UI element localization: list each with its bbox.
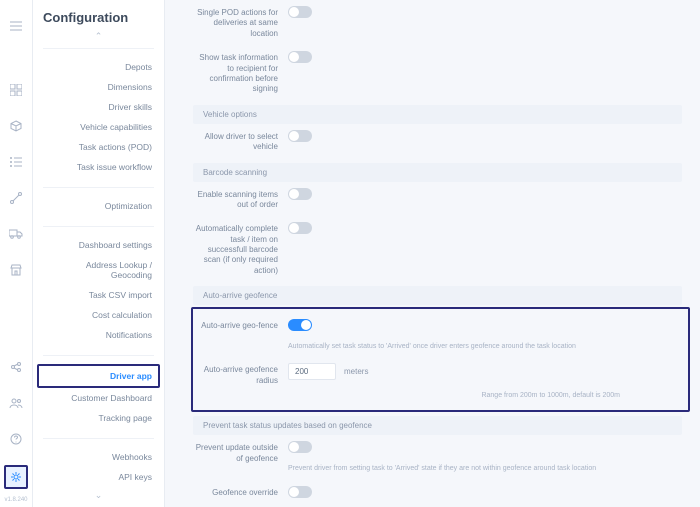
row-auto-complete-scan: Automatically complete task / item on su… xyxy=(193,216,682,282)
row-single-pod: Single POD actions for deliveries at sam… xyxy=(193,0,682,45)
toggle-show-task-info[interactable] xyxy=(288,51,312,63)
row-show-task-info: Show task information to recipient for c… xyxy=(193,45,682,101)
label-geofence-override: Geofence override xyxy=(193,486,288,498)
toggle-scan-out-of-order[interactable] xyxy=(288,188,312,200)
sidebar-item-optimization[interactable]: Optimization xyxy=(43,196,154,216)
sidebar-item-task-actions[interactable]: Task actions (POD) xyxy=(43,137,154,157)
chevron-up-icon[interactable]: ⌃ xyxy=(43,31,154,42)
sidebar-item-cost-calc[interactable]: Cost calculation xyxy=(43,305,154,325)
gear-icon[interactable] xyxy=(4,465,28,489)
label-show-task-info: Show task information to recipient for c… xyxy=(193,51,288,95)
sidebar-item-notifications[interactable]: Notifications xyxy=(43,325,154,345)
sidebar-item-driver-app[interactable]: Driver app xyxy=(37,364,160,388)
share-icon[interactable] xyxy=(6,357,26,377)
input-geofence-radius[interactable] xyxy=(288,363,336,380)
toggle-auto-complete-scan[interactable] xyxy=(288,222,312,234)
label-prevent-outside: Prevent update outside of geofence xyxy=(193,441,288,464)
sidebar-item-dashboard-settings[interactable]: Dashboard settings xyxy=(43,235,154,255)
row-auto-arrive-geofence: Auto-arrive geo-fence Automatically set … xyxy=(193,313,680,357)
truck-icon[interactable] xyxy=(6,224,26,244)
page-title: Configuration xyxy=(43,10,154,25)
label-allow-select-vehicle: Allow driver to select vehicle xyxy=(193,130,288,153)
sidebar-item-task-issue-workflow[interactable]: Task issue workflow xyxy=(43,157,154,177)
highlight-geofence-settings: Auto-arrive geo-fence Automatically set … xyxy=(191,307,690,412)
sidebar-item-task-csv[interactable]: Task CSV import xyxy=(43,285,154,305)
sidebar-item-driver-skills[interactable]: Driver skills xyxy=(43,97,154,117)
store-icon[interactable] xyxy=(6,260,26,280)
help-auto-arrive-geofence: Automatically set task status to 'Arrive… xyxy=(288,342,680,351)
toggle-prevent-outside[interactable] xyxy=(288,441,312,453)
sidebar-item-tracking-page[interactable]: Tracking page xyxy=(43,408,154,428)
sidebar: Configuration ⌃ Depots Dimensions Driver… xyxy=(33,0,165,507)
help-icon[interactable] xyxy=(6,429,26,449)
row-allow-select-vehicle: Allow driver to select vehicle xyxy=(193,124,682,159)
list-icon[interactable] xyxy=(6,152,26,172)
row-geofence-radius: Auto-arrive geofence radius meters Range… xyxy=(193,357,680,406)
label-single-pod: Single POD actions for deliveries at sam… xyxy=(193,6,288,39)
route-icon[interactable] xyxy=(6,188,26,208)
section-prevent-updates: Prevent task status updates based on geo… xyxy=(193,416,682,435)
main-content: Single POD actions for deliveries at sam… xyxy=(165,0,700,507)
label-geofence-radius: Auto-arrive geofence radius xyxy=(193,363,288,386)
sidebar-item-dimensions[interactable]: Dimensions xyxy=(43,77,154,97)
sidebar-item-vehicle-capabilities[interactable]: Vehicle capabilities xyxy=(43,117,154,137)
chevron-down-icon[interactable]: ⌄ xyxy=(33,490,164,501)
users-icon[interactable] xyxy=(6,393,26,413)
section-auto-arrive-geofence: Auto-arrive geofence xyxy=(193,286,682,305)
sidebar-item-api-keys[interactable]: API keys xyxy=(43,467,154,487)
package-icon[interactable] xyxy=(6,116,26,136)
toggle-geofence-override[interactable] xyxy=(288,486,312,498)
sidebar-item-webhooks[interactable]: Webhooks xyxy=(43,447,154,467)
unit-meters: meters xyxy=(344,367,368,376)
toggle-allow-select-vehicle[interactable] xyxy=(288,130,312,142)
sidebar-item-address-lookup[interactable]: Address Lookup / Geocoding xyxy=(43,255,154,285)
label-scan-out-of-order: Enable scanning items out of order xyxy=(193,188,288,211)
label-auto-arrive-geofence: Auto-arrive geo-fence xyxy=(193,319,288,331)
grid-icon[interactable] xyxy=(6,80,26,100)
hamburger-icon[interactable] xyxy=(6,16,26,36)
section-vehicle-options: Vehicle options xyxy=(193,105,682,124)
label-auto-complete-scan: Automatically complete task / item on su… xyxy=(193,222,288,276)
row-scan-out-of-order: Enable scanning items out of order xyxy=(193,182,682,217)
sidebar-item-depots[interactable]: Depots xyxy=(43,57,154,77)
help-prevent-outside: Prevent driver from setting task to 'Arr… xyxy=(288,464,682,473)
row-prevent-outside: Prevent update outside of geofence Preve… xyxy=(193,435,682,479)
icon-rail: v1.8.240 xyxy=(0,0,33,507)
toggle-auto-arrive-geofence[interactable] xyxy=(288,319,312,331)
help-geofence-radius: Range from 200m to 1000m, default is 200… xyxy=(288,391,680,400)
sidebar-item-customer-dashboard[interactable]: Customer Dashboard xyxy=(43,388,154,408)
toggle-single-pod[interactable] xyxy=(288,6,312,18)
row-geofence-override: Geofence override Allow driver to overri… xyxy=(193,480,682,507)
version-label: v1.8.240 xyxy=(4,497,27,503)
section-barcode: Barcode scanning xyxy=(193,163,682,182)
